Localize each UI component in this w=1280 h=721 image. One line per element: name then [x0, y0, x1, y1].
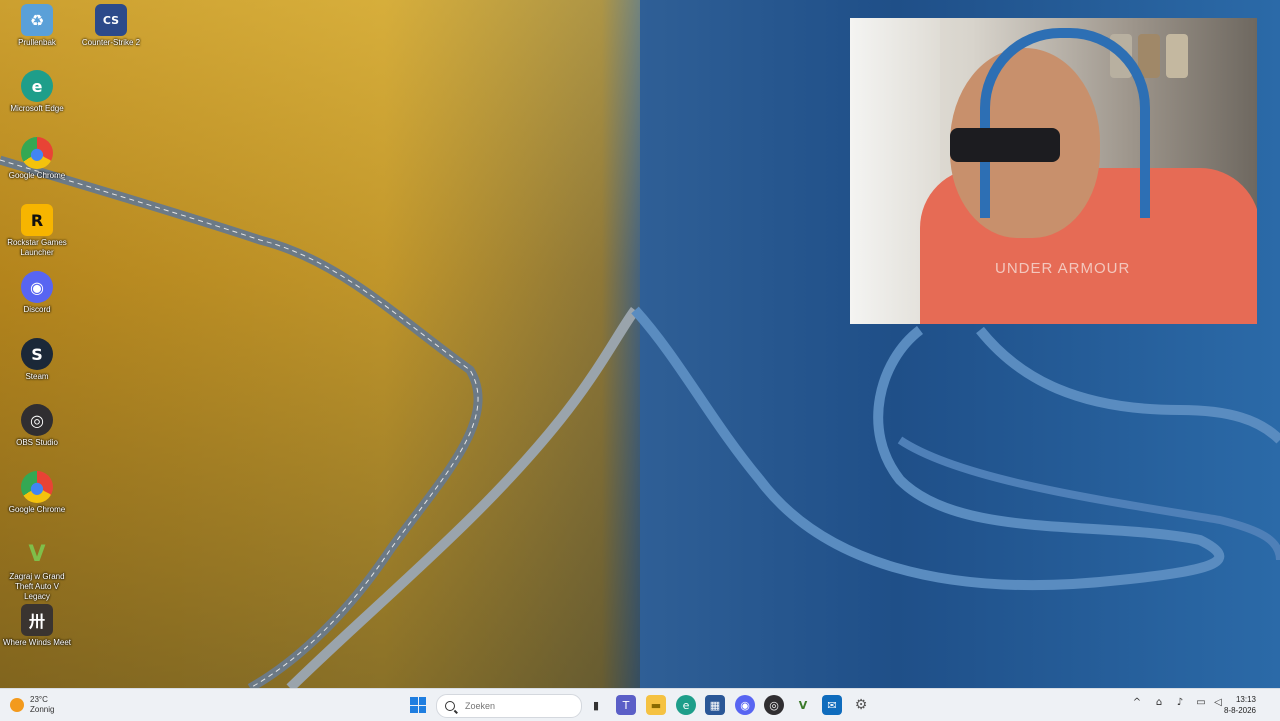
where-winds-meet-icon: 卅 [21, 604, 53, 636]
search-icon [445, 701, 455, 711]
desktop-icon-counter-strike[interactable]: CS Counter-Strike 2 [75, 4, 147, 48]
desktop-icon-label: Steam [25, 372, 49, 381]
weather-widget[interactable]: 23°C Zonnig [10, 695, 54, 715]
desktop-icon-label: OBS Studio [16, 438, 58, 447]
sun-icon [10, 698, 24, 712]
network-icon[interactable]: ⌂ [1152, 697, 1166, 708]
desktop-icon-label: Where Winds Meet [2, 638, 72, 647]
taskbar-gta-v-icon[interactable]: V [793, 695, 813, 715]
taskbar-outlook-icon[interactable]: ✉ [822, 695, 842, 715]
chevron-up-icon[interactable]: ^ [1130, 697, 1144, 708]
display-icon[interactable]: ▭ [1194, 697, 1208, 708]
desktop-icon-label: Counter-Strike 2 [81, 38, 141, 47]
chrome-icon: ● [21, 471, 53, 503]
desktop-icon-obs[interactable]: ◎ OBS Studio [1, 404, 73, 448]
obs-icon: ◎ [21, 404, 53, 436]
desktop-icon-where-winds-meet[interactable]: 卅 Where Winds Meet [1, 604, 73, 648]
microphone-icon[interactable]: ♪ [1173, 697, 1187, 708]
webcam-headset [980, 28, 1150, 218]
webcam-shelf-item [1166, 34, 1188, 78]
desktop-icon-label: Microsoft Edge [10, 104, 64, 113]
desktop-icon-gta-v[interactable]: V Zagraj w Grand Theft Auto V Legacy [1, 538, 73, 602]
desktop-icon-label: Google Chrome [8, 171, 66, 180]
webcam-glasses [950, 128, 1060, 162]
volume-icon[interactable]: ◁ [1211, 697, 1225, 708]
edge-icon: e [21, 70, 53, 102]
desktop-icon-rockstar[interactable]: R Rockstar Games Launcher [1, 204, 73, 258]
taskbar-settings-icon[interactable]: ⚙ [851, 695, 871, 715]
desktop-icon-discord[interactable]: ◉ Discord [1, 271, 73, 315]
rockstar-icon: R [21, 204, 53, 236]
taskbar-edge-icon[interactable]: e [676, 695, 696, 715]
desktop-wallpaper: ♻ Prullenbak CS Counter-Strike 2 e Micro… [0, 0, 1280, 688]
steam-icon: S [21, 338, 53, 370]
taskbar-task-view-icon[interactable]: ▮ [586, 695, 606, 715]
search-input[interactable] [463, 700, 577, 712]
taskbar-file-explorer-icon[interactable]: ▬ [646, 695, 666, 715]
taskbar-store-icon[interactable]: ▦ [705, 695, 725, 715]
start-button[interactable] [410, 697, 426, 713]
weather-condition: Zonnig [30, 705, 55, 714]
clock-date: 8-8-2026 [1223, 706, 1256, 715]
chrome-icon: ● [21, 137, 53, 169]
desktop-icon-label: Zagraj w Grand Theft Auto V Legacy [9, 572, 65, 601]
webcam-overlay: UNDER ARMOUR [850, 18, 1257, 324]
recycle-bin-icon: ♻ [21, 4, 53, 36]
desktop-icon-chrome-2[interactable]: ● Google Chrome [1, 471, 73, 515]
taskbar-search[interactable] [436, 694, 582, 718]
desktop-icon-recycle-bin[interactable]: ♻ Prullenbak [1, 4, 73, 48]
desktop-icon-label: Rockstar Games Launcher [7, 238, 67, 257]
clock-time: 13:13 [1235, 695, 1256, 704]
desktop-icon-chrome[interactable]: ● Google Chrome [1, 137, 73, 181]
taskbar-teams-icon[interactable]: T [616, 695, 636, 715]
discord-icon: ◉ [21, 271, 53, 303]
gta-v-icon: V [28, 541, 46, 567]
desktop-icon-steam[interactable]: S Steam [1, 338, 73, 382]
desktop-icon-label: Discord [23, 305, 51, 314]
counter-strike-icon: CS [95, 4, 127, 36]
desktop-icon-edge[interactable]: e Microsoft Edge [1, 70, 73, 114]
webcam-shirt-text: UNDER ARMOUR [995, 260, 1131, 277]
taskbar-discord-icon[interactable]: ◉ [735, 695, 755, 715]
desktop-icon-label: Prullenbak [18, 38, 56, 47]
desktop-icon-label: Google Chrome [8, 505, 66, 514]
taskbar: 23°C Zonnig ▮ T ▬ e ▦ ◉ ◎ V ✉ ⚙ ^ ⌂ ♪ ▭ … [0, 688, 1280, 721]
taskbar-clock[interactable]: 13:13 8-8-2026 [1224, 694, 1256, 716]
weather-temperature: 23°C [30, 695, 48, 704]
taskbar-obs-icon[interactable]: ◎ [764, 695, 784, 715]
